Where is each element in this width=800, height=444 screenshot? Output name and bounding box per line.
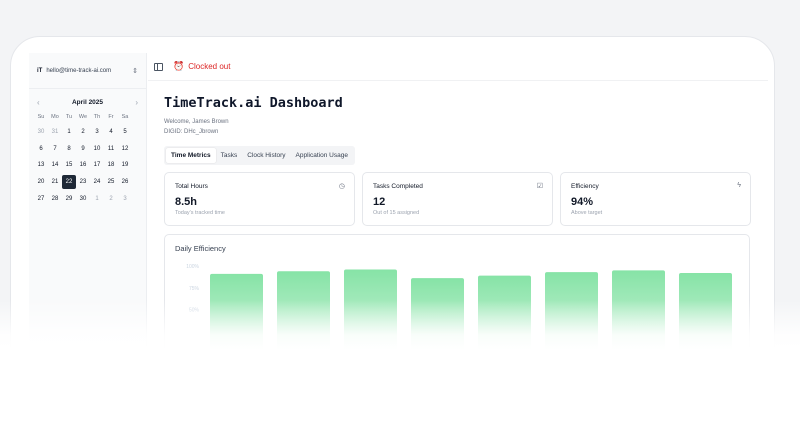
tab-clock-history[interactable]: Clock History: [242, 148, 290, 163]
calendar-day[interactable]: 5: [118, 125, 132, 139]
calendar-day[interactable]: 20: [34, 175, 48, 189]
calendar-day[interactable]: 3: [90, 125, 104, 139]
calendar-day[interactable]: 24: [90, 175, 104, 189]
efficiency-card: Efficiency 94% Above target ϟ: [560, 172, 751, 226]
calendar-day[interactable]: 15: [62, 158, 76, 172]
tasks-completed-card: Tasks Completed 12 Out of 15 assigned ☑: [362, 172, 553, 226]
calendar-day[interactable]: 19: [118, 158, 132, 172]
weekday-label: Th: [93, 114, 101, 120]
card-label: Tasks Completed: [373, 183, 423, 190]
weekday-label: Fr: [108, 114, 114, 120]
calendar-day[interactable]: 30: [34, 125, 48, 139]
digid-text: DIGID: DHc_Jbrown: [164, 129, 219, 135]
calendar-day[interactable]: 17: [90, 158, 104, 172]
card-label: Total Hours: [175, 183, 208, 190]
tab-tasks[interactable]: Tasks: [216, 148, 243, 163]
weekday-label: Sa: [121, 114, 129, 120]
calendar-day[interactable]: 1: [90, 192, 104, 206]
calendar-day[interactable]: 13: [34, 158, 48, 172]
calendar-day[interactable]: 8: [62, 142, 76, 156]
calendar-day[interactable]: 2: [104, 192, 118, 206]
bolt-icon: ϟ: [737, 182, 741, 189]
calendar-day-selected[interactable]: 22: [62, 175, 76, 190]
tab-application-usage[interactable]: Application Usage: [291, 148, 353, 163]
tab-list: Time Metrics Tasks Clock History Applica…: [164, 146, 355, 165]
check-square-icon: ☑: [536, 183, 543, 190]
calendar-day[interactable]: 31: [48, 125, 62, 139]
app-logo: iT: [37, 67, 43, 74]
clock-icon: ◷: [338, 183, 345, 190]
weekday-label: Mo: [51, 114, 59, 120]
card-subtext: Above target: [571, 210, 603, 216]
card-value: 94%: [571, 196, 594, 208]
bottom-fade: [0, 300, 800, 444]
calendar: ‹ April 2025 › Su Mo Tu We Th Fr Sa 30 31 1 2 3 4 5 6 7…: [29, 89, 146, 206]
clock-off-icon: ⏰: [173, 61, 185, 71]
metric-cards: Total Hours 8.5h Today's tracked time ◷ …: [164, 172, 752, 226]
calendar-day[interactable]: 14: [48, 158, 62, 172]
sidebar-toggle-icon[interactable]: [154, 62, 163, 71]
calendar-grid: Su Mo Tu We Th Fr Sa 30 31 1 2 3 4 5 6 7 8 9 10 11 12 13 14 15 1…: [33, 112, 142, 206]
calendar-day[interactable]: 28: [48, 192, 62, 206]
card-subtext: Today's tracked time: [175, 210, 225, 216]
calendar-day[interactable]: 4: [104, 125, 118, 139]
calendar-day[interactable]: 26: [118, 175, 132, 189]
card-value: 12: [373, 196, 386, 208]
calendar-day[interactable]: 23: [76, 175, 90, 189]
total-hours-card: Total Hours 8.5h Today's tracked time ◷: [164, 172, 355, 226]
calendar-day[interactable]: 30: [76, 192, 90, 206]
calendar-day[interactable]: 12: [118, 142, 132, 156]
calendar-day[interactable]: 1: [62, 125, 76, 139]
weekday-label: Tu: [65, 114, 73, 120]
clock-status[interactable]: ⏰ Clocked out: [173, 61, 230, 72]
calendar-day[interactable]: 11: [104, 142, 118, 156]
y-tick-label: 75%: [189, 286, 200, 292]
calendar-day[interactable]: 3: [118, 192, 132, 206]
page-title: TimeTrack.ai Dashboard: [164, 95, 343, 111]
welcome-text: Welcome, James Brown: [164, 119, 229, 125]
weekday-label: Su: [37, 114, 45, 120]
calendar-day[interactable]: 27: [34, 192, 48, 206]
calendar-day[interactable]: 18: [104, 158, 118, 172]
chevron-right-icon[interactable]: ›: [135, 98, 138, 107]
chevron-left-icon[interactable]: ‹: [37, 98, 40, 107]
calendar-day[interactable]: 16: [76, 158, 90, 172]
calendar-day[interactable]: 6: [34, 142, 48, 156]
account-switcher[interactable]: iT hello@time-track-ai.com ⇕: [29, 53, 146, 89]
calendar-day[interactable]: 25: [104, 175, 118, 189]
tab-time-metrics[interactable]: Time Metrics: [166, 148, 216, 163]
card-subtext: Out of 15 assigned: [373, 210, 420, 216]
clock-status-label: Clocked out: [188, 62, 231, 71]
calendar-day[interactable]: 21: [48, 175, 62, 189]
account-email: hello@time-track-ai.com: [46, 67, 112, 74]
calendar-day[interactable]: 29: [62, 192, 76, 206]
calendar-day[interactable]: 9: [76, 142, 90, 156]
top-bar: ⏰ Clocked out: [148, 53, 768, 81]
calendar-day[interactable]: 7: [48, 142, 62, 156]
weekday-label: We: [78, 114, 88, 120]
calendar-month: April 2025: [71, 98, 104, 106]
card-label: Efficiency: [571, 183, 599, 190]
calendar-day[interactable]: 10: [90, 142, 104, 156]
card-value: 8.5h: [175, 196, 198, 208]
chevrons-up-down-icon: ⇕: [132, 67, 138, 75]
y-tick-label: 100%: [186, 264, 199, 270]
calendar-day[interactable]: 2: [76, 125, 90, 139]
